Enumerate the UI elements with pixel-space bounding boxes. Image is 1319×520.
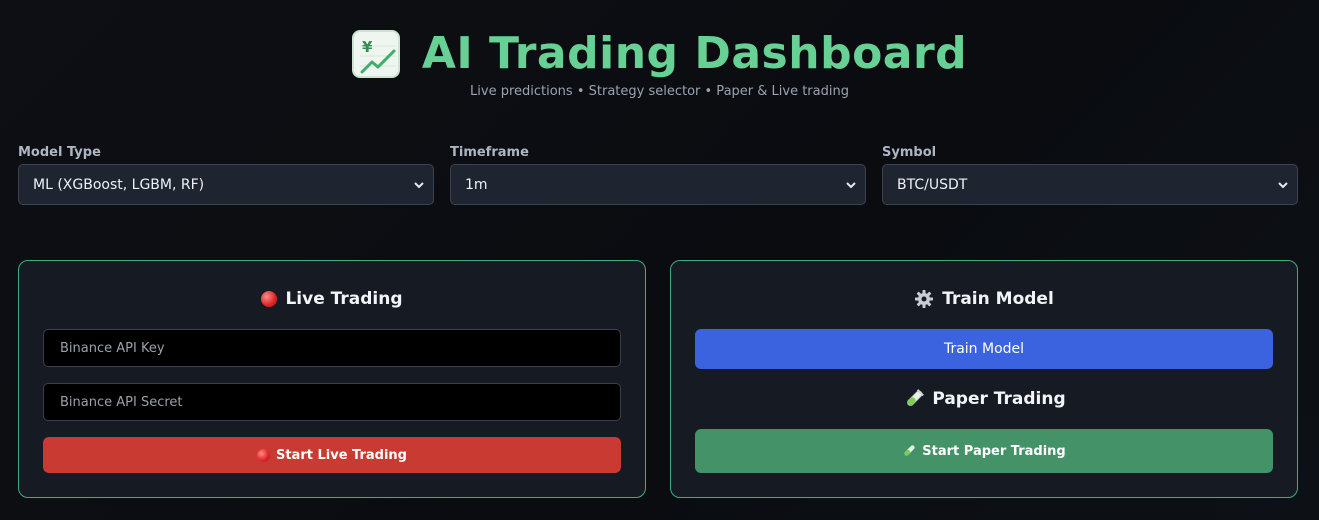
model-type-value: ML (XGBoost, LGBM, RF) [33, 176, 205, 193]
paper-trading-title: Paper Trading [932, 389, 1066, 409]
live-trading-title: Live Trading [285, 289, 403, 309]
live-trading-heading: Live Trading [19, 289, 645, 309]
page-subtitle: Live predictions • Strategy selector • P… [470, 84, 849, 99]
paper-trading-heading: Paper Trading [671, 389, 1299, 409]
test-tube-icon [904, 445, 915, 456]
model-type-label: Model Type [18, 145, 101, 160]
gear-icon [915, 290, 934, 308]
timeframe-label: Timeframe [450, 145, 529, 160]
api-key-placeholder: Binance API Key [60, 340, 165, 356]
live-trading-panel: Live Trading Binance API Key Binance API… [18, 260, 646, 498]
symbol-select[interactable]: BTC/USDT [882, 164, 1298, 205]
train-model-title: Train Model [942, 289, 1054, 309]
train-model-panel: Train Model Train Model Paper Trading St… [670, 260, 1298, 498]
page-title: AI Trading Dashboard [421, 28, 968, 79]
red-circle-icon [261, 291, 278, 307]
model-type-field: Model Type ML (XGBoost, LGBM, RF) [18, 145, 434, 205]
svg-text:¥: ¥ [362, 38, 373, 56]
model-type-select[interactable]: ML (XGBoost, LGBM, RF) [18, 164, 434, 205]
header: ¥ AI Trading Dashboard Live predictions … [0, 24, 1319, 99]
api-key-input[interactable]: Binance API Key [43, 329, 621, 367]
symbol-field: Symbol BTC/USDT [882, 145, 1298, 205]
start-paper-trading-button[interactable]: Start Paper Trading [695, 429, 1273, 473]
train-model-heading: Train Model [671, 289, 1297, 309]
test-tube-icon [907, 389, 925, 406]
start-live-trading-button[interactable]: Start Live Trading [43, 437, 621, 473]
symbol-value: BTC/USDT [897, 176, 968, 193]
chevron-down-icon [1278, 181, 1288, 188]
chart-increasing-yen-icon: ¥ [351, 30, 400, 78]
train-model-button-label: Train Model [943, 341, 1025, 357]
start-paper-trading-label: Start Paper Trading [922, 443, 1066, 459]
start-live-trading-label: Start Live Trading [275, 447, 407, 463]
api-secret-placeholder: Binance API Secret [60, 394, 183, 410]
chevron-down-icon [414, 181, 424, 188]
symbol-label: Symbol [882, 145, 937, 160]
chevron-down-icon [846, 181, 856, 188]
title-row: ¥ AI Trading Dashboard [0, 24, 1319, 84]
api-secret-input[interactable]: Binance API Secret [43, 383, 621, 421]
timeframe-select[interactable]: 1m [450, 164, 866, 205]
red-circle-icon [256, 448, 270, 462]
timeframe-value: 1m [465, 176, 488, 193]
train-model-button[interactable]: Train Model [695, 329, 1273, 369]
timeframe-field: Timeframe 1m [450, 145, 866, 205]
